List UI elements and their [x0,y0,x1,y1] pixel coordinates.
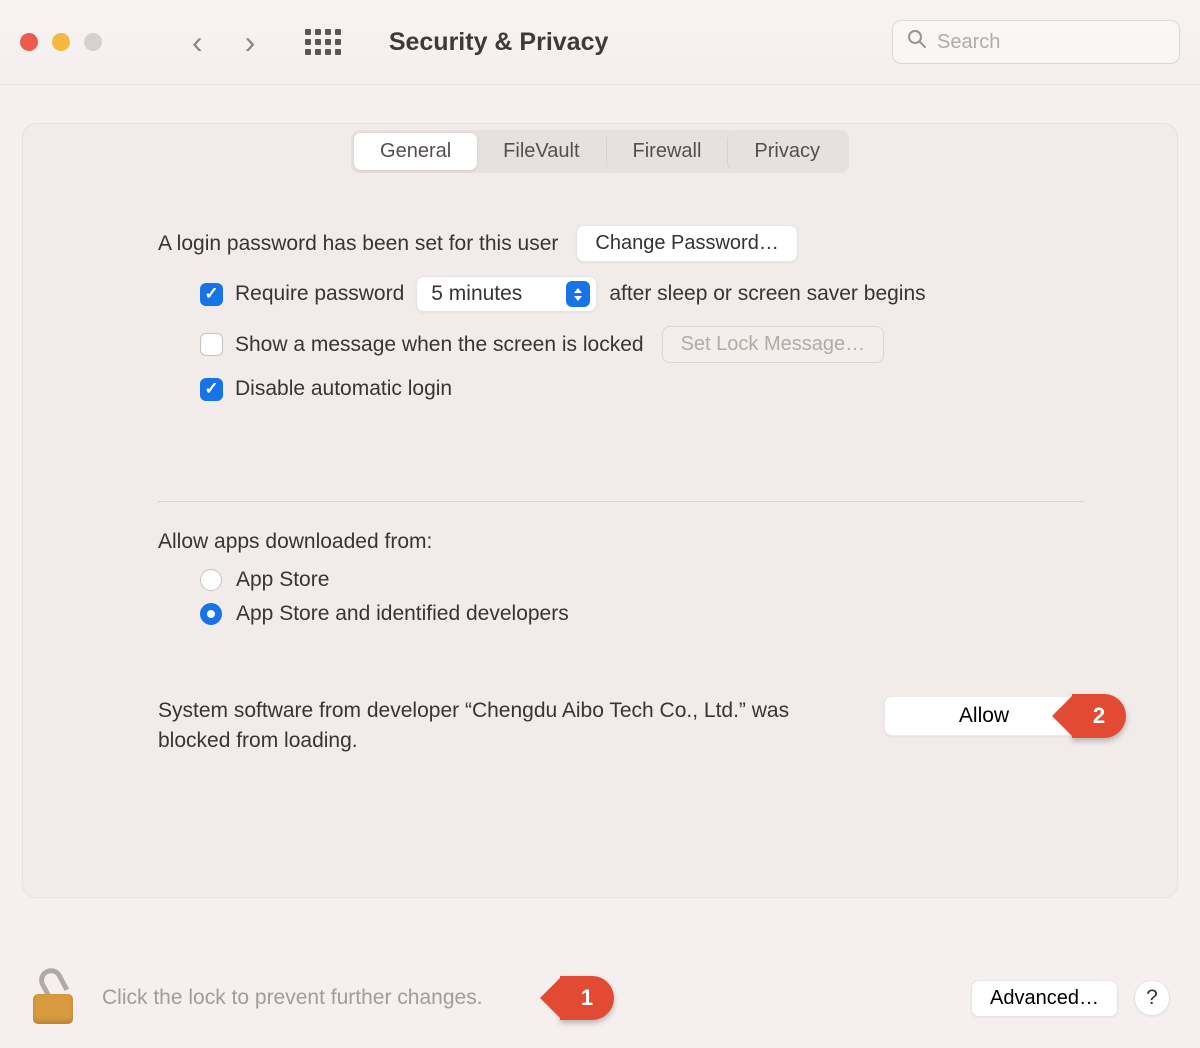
search-field-wrap[interactable] [892,20,1180,64]
disable-auto-login-row: Disable automatic login [158,377,1084,401]
segmented-control: General FileVault Firewall Privacy [351,130,849,173]
login-password-row: A login password has been set for this u… [158,225,1084,262]
traffic-lights [20,33,102,51]
close-window-button[interactable] [20,33,38,51]
nav-arrows: ‹ › [192,26,255,58]
allow-apps-heading: Allow apps downloaded from: [158,530,432,554]
annotation-1: 1 [560,976,614,1020]
blocked-software-row: System software from developer “Chengdu … [158,696,1084,757]
allow-apps-heading-row: Allow apps downloaded from: [158,530,1084,554]
change-password-button[interactable]: Change Password… [576,225,797,262]
select-stepper-icon [566,281,590,307]
window-title: Security & Privacy [389,28,892,57]
maximize-window-button[interactable] [84,33,102,51]
set-lock-message-button: Set Lock Message… [662,326,885,363]
forward-button[interactable]: › [245,26,256,58]
require-password-checkbox[interactable] [200,283,223,306]
lock-hint-text: Click the lock to prevent further change… [102,986,971,1010]
lock-icon[interactable] [30,972,76,1024]
preferences-pane: General FileVault Firewall Privacy A log… [22,123,1178,898]
search-icon [907,29,927,55]
radio-identified-devs-label: App Store and identified developers [236,602,569,626]
tab-general[interactable]: General [354,133,477,170]
search-input[interactable] [937,31,1165,54]
require-password-row: Require password 5 minutes after sleep o… [158,276,1084,312]
tab-filevault[interactable]: FileVault [477,133,605,170]
radio-identified-devs[interactable] [200,603,222,625]
require-password-delay-value: 5 minutes [431,282,522,306]
blocked-software-message: System software from developer “Chengdu … [158,696,854,757]
require-password-suffix: after sleep or screen saver begins [609,282,925,306]
advanced-button[interactable]: Advanced… [971,980,1118,1017]
radio-app-store-label: App Store [236,568,329,592]
show-message-checkbox[interactable] [200,333,223,356]
help-button[interactable]: ? [1134,980,1170,1016]
disable-auto-login-label: Disable automatic login [235,377,452,401]
tab-firewall[interactable]: Firewall [606,133,728,170]
radio-app-store[interactable] [200,569,222,591]
general-content: A login password has been set for this u… [68,173,1132,757]
disable-auto-login-checkbox[interactable] [200,378,223,401]
tab-bar: General FileVault Firewall Privacy [68,124,1132,173]
footer-bar: Click the lock to prevent further change… [0,948,1200,1048]
login-password-text: A login password has been set for this u… [158,232,558,256]
show-message-row: Show a message when the screen is locked… [158,326,1084,363]
annotation-2: 2 [1072,694,1126,738]
section-divider [158,501,1084,502]
window-toolbar: ‹ › Security & Privacy [0,0,1200,85]
minimize-window-button[interactable] [52,33,70,51]
show-all-prefs-icon[interactable] [305,29,341,55]
require-password-prefix: Require password [235,282,404,306]
allow-apps-option-identified: App Store and identified developers [158,602,1084,626]
allow-apps-option-appstore: App Store [158,568,1084,592]
back-button[interactable]: ‹ [192,26,203,58]
require-password-delay-select[interactable]: 5 minutes [416,276,597,312]
tab-privacy[interactable]: Privacy [727,133,846,170]
show-message-label: Show a message when the screen is locked [235,333,644,357]
